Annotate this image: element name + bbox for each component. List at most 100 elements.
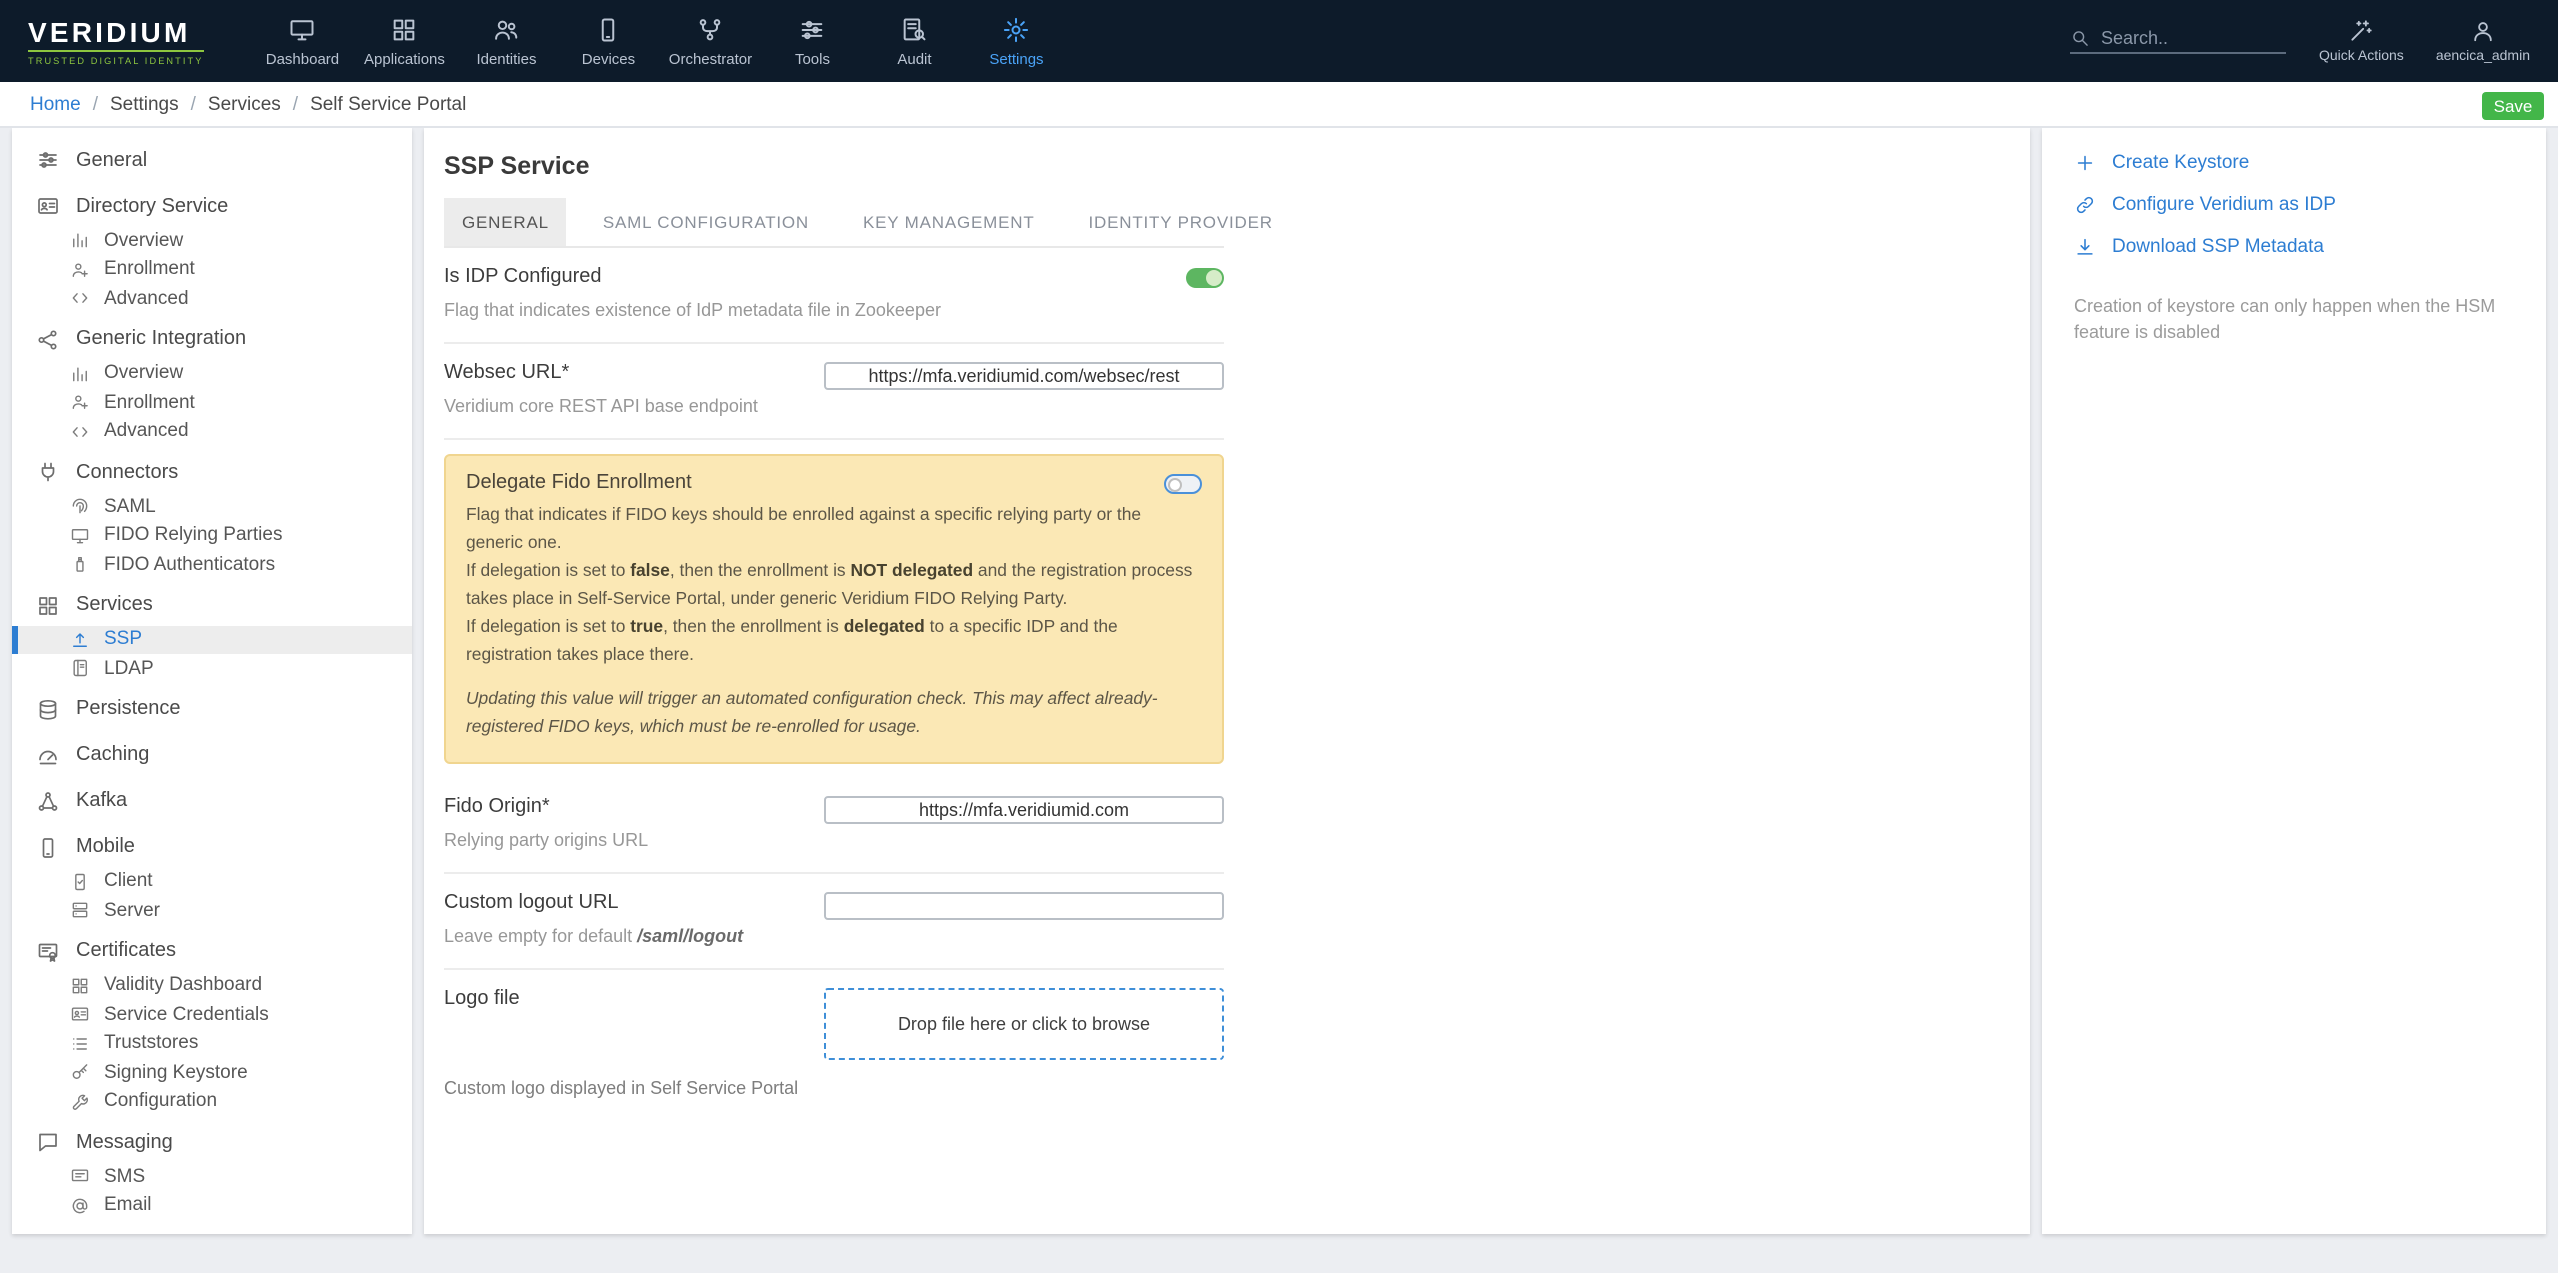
sidebar-item-configuration[interactable]: Configuration [12,1087,412,1116]
download-icon [2074,236,2096,258]
veridium-logo[interactable]: VERIDIUM TRUSTED DIGITAL IDENTITY [28,17,203,66]
sidebar-item-directory-enrollment[interactable]: Enrollment [12,255,412,284]
field-label: Websec URL* [444,362,804,384]
custom-logout-url-input[interactable] [824,892,1224,920]
sidebar-item-service-credentials[interactable]: Service Credentials [12,1000,412,1029]
logo-file-dropzone[interactable]: Drop file here or click to browse [824,988,1224,1060]
brand-name: VERIDIUM [28,17,203,49]
breadcrumb-settings[interactable]: Settings [110,93,179,115]
field-label: Fido Origin* [444,795,804,817]
default-logout-path: /saml/logout [637,926,743,946]
sidebar-item-integration-advanced[interactable]: Advanced [12,417,412,446]
sidebar-item-ldap[interactable]: LDAP [12,654,412,683]
nav-item-audit[interactable]: Audit [863,15,965,67]
sidebar-item-email[interactable]: Email [12,1191,412,1220]
server-icon [70,901,90,921]
nav-item-settings[interactable]: Settings [965,15,1067,67]
nav-item-orchestrator[interactable]: Orchestrator [659,15,761,67]
sidebar-item-integration-enrollment[interactable]: Enrollment [12,388,412,417]
sidebar-item-connectors[interactable]: Connectors [12,452,412,492]
top-navbar: VERIDIUM TRUSTED DIGITAL IDENTITY Dashbo… [0,0,2558,82]
delegate-fido-toggle[interactable] [1164,475,1202,495]
nav-item-applications[interactable]: Applications [353,15,455,67]
sidebar-item-fido-relying-parties[interactable]: FIDO Relying Parties [12,521,412,550]
nav-item-identities[interactable]: Identities [455,15,557,67]
nav-item-devices[interactable]: Devices [557,15,659,67]
user-menu[interactable]: aencica_admin [2436,18,2530,64]
sidebar-item-mobile[interactable]: Mobile [12,827,412,867]
field-is-idp-configured: Is IDP Configured Flag that indicates ex… [444,248,1224,344]
actions-panel: Create Keystore Configure Veridium as ID… [2042,128,2546,1234]
general-settings-form: Is IDP Configured Flag that indicates ex… [444,248,1224,1118]
sidebar-item-truststores[interactable]: Truststores [12,1029,412,1058]
audit-icon [900,15,928,43]
sidebar-item-kafka[interactable]: Kafka [12,781,412,821]
sidebar-item-persistence[interactable]: Persistence [12,689,412,729]
delegate-warning-note: Updating this value will trigger an auto… [466,686,1202,742]
tab-general[interactable]: GENERAL [444,198,567,246]
sidebar-item-server[interactable]: Server [12,896,412,925]
breadcrumb-bar: Home / Settings / Services / Self Servic… [0,82,2558,128]
sliders-icon [36,148,60,172]
breadcrumb-current-page: Self Service Portal [310,93,466,115]
sidebar-item-services[interactable]: Services [12,585,412,625]
phone-icon [36,835,60,859]
tab-key-management[interactable]: KEY MANAGEMENT [845,198,1053,246]
sidebar-item-fido-authenticators[interactable]: FIDO Authenticators [12,550,412,579]
chat-icon [36,1130,60,1154]
tab-identity-provider[interactable]: IDENTITY PROVIDER [1071,198,1291,246]
global-search [2071,28,2287,54]
delegate-line-2: If delegation is set to false, then the … [466,558,1202,614]
sidebar-item-validity-dashboard[interactable]: Validity Dashboard [12,971,412,1000]
search-input[interactable] [2101,28,2287,48]
ssp-service-panel: SSP Service GENERAL SAML CONFIGURATION K… [424,128,2030,1234]
at-icon [70,1196,90,1216]
tab-saml-configuration[interactable]: SAML CONFIGURATION [585,198,827,246]
sidebar-item-ssp[interactable]: SSP [12,625,412,654]
fido-origin-input[interactable] [824,795,1224,823]
person-add-icon [70,260,90,280]
websec-url-input[interactable] [824,362,1224,390]
quick-actions-button[interactable]: Quick Actions [2319,18,2404,64]
list-icon [70,1034,90,1054]
nav-item-tools[interactable]: Tools [761,15,863,67]
breadcrumb-services[interactable]: Services [208,93,281,115]
sidebar-item-directory-overview[interactable]: Overview [12,226,412,255]
person-add-icon [70,393,90,413]
create-keystore-link[interactable]: Create Keystore [2074,152,2514,174]
fingerprint-icon [70,497,90,517]
sidebar-item-certificates[interactable]: Certificates [12,931,412,971]
code-icon [70,422,90,442]
usb-key-icon [70,555,90,575]
download-ssp-metadata-link[interactable]: Download SSP Metadata [2074,236,2514,258]
save-button[interactable]: Save [2482,92,2544,119]
username: aencica_admin [2436,50,2530,64]
configure-veridium-as-idp-link[interactable]: Configure Veridium as IDP [2074,194,2514,216]
app-window: VERIDIUM TRUSTED DIGITAL IDENTITY Dashbo… [0,0,2558,1273]
sidebar-item-signing-keystore[interactable]: Signing Keystore [12,1058,412,1087]
id-card-icon [36,194,60,218]
settings-icon [1002,15,1030,43]
wrench-icon [70,1092,90,1112]
sidebar-item-integration-overview[interactable]: Overview [12,359,412,388]
is-idp-configured-toggle[interactable] [1186,268,1224,288]
delegate-line-3: If delegation is set to true, then the e… [466,614,1202,670]
sidebar-item-messaging[interactable]: Messaging [12,1122,412,1162]
monitor-icon [70,526,90,546]
sidebar-item-saml[interactable]: SAML [12,492,412,521]
orchestrator-icon [696,15,724,43]
sidebar-item-sms[interactable]: SMS [12,1162,412,1191]
nav-item-dashboard[interactable]: Dashboard [251,15,353,67]
field-description: Relying party origins URL [444,827,804,851]
field-logo-file: Logo file Drop file here or click to bro… [444,970,1224,1118]
sidebar-item-directory-service[interactable]: Directory Service [12,186,412,226]
toggle-knob [1206,270,1222,286]
sidebar-item-client[interactable]: Client [12,867,412,896]
sidebar-item-generic-integration[interactable]: Generic Integration [12,319,412,359]
delegate-line-1: Flag that indicates if FIDO keys should … [466,503,1202,559]
field-label: Custom logout URL [444,892,804,914]
sidebar-item-general[interactable]: General [12,140,412,180]
sidebar-item-caching[interactable]: Caching [12,735,412,775]
breadcrumb-home[interactable]: Home [30,93,81,115]
sidebar-item-directory-advanced[interactable]: Advanced [12,284,412,313]
